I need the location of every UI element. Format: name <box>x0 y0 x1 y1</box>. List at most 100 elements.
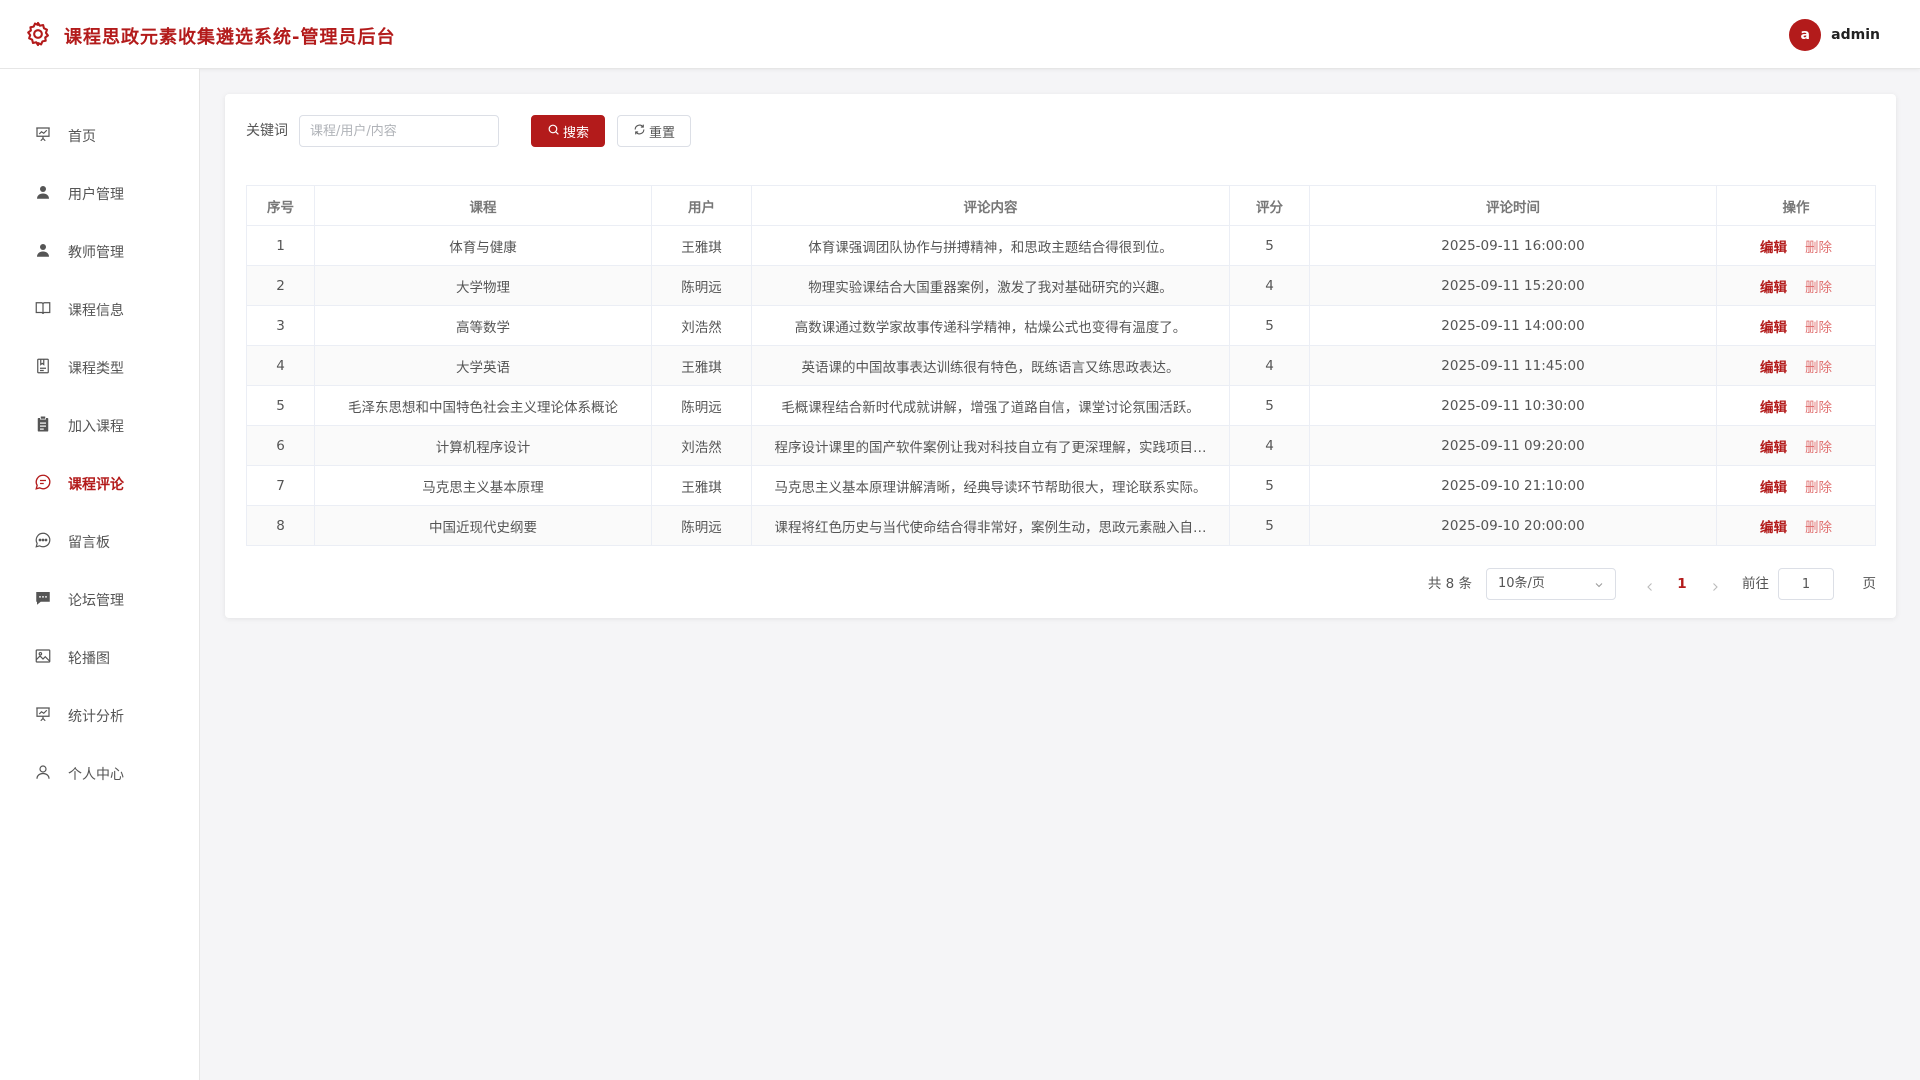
goto-label: 前往 <box>1742 576 1769 592</box>
column-header-time: 评论时间 <box>1309 185 1717 226</box>
cell-index: 6 <box>246 425 315 466</box>
cell-score: 5 <box>1229 465 1310 506</box>
edit-button[interactable]: 编辑 <box>1760 520 1787 536</box>
sidebar-item-forum-management[interactable]: 论坛管理 <box>0 580 199 620</box>
table-row: 7 马克思主义基本原理 王雅琪 马克思主义基本原理讲解清晰，经典导读环节帮助很大… <box>246 465 1876 506</box>
presentation-icon <box>34 705 52 727</box>
delete-button[interactable]: 删除 <box>1805 520 1832 536</box>
next-page-button[interactable] <box>1709 578 1721 591</box>
chevron-right-icon <box>1713 583 1718 591</box>
brand: 课程思政元素收集遴选系统-管理员后台 <box>24 20 395 52</box>
sidebar-item-carousel[interactable]: 轮播图 <box>0 638 199 678</box>
user-name[interactable]: admin <box>1831 27 1880 43</box>
delete-button[interactable]: 删除 <box>1805 400 1832 416</box>
picture-icon <box>34 647 52 669</box>
table-row: 2 大学物理 陈明远 物理实验课结合大国重器案例，激发了我对基础研究的兴趣。 4… <box>246 265 1876 306</box>
delete-button[interactable]: 删除 <box>1805 480 1832 496</box>
delete-button[interactable]: 删除 <box>1805 240 1832 256</box>
app-title: 课程思政元素收集遴选系统-管理员后台 <box>64 27 396 48</box>
sidebar-item-label: 教师管理 <box>68 245 124 261</box>
page-suffix-label: 页 <box>1862 576 1877 592</box>
refresh-icon <box>633 123 649 140</box>
sidebar-item-course-comments[interactable]: 课程评论 <box>0 464 199 504</box>
edit-button[interactable]: 编辑 <box>1760 320 1787 336</box>
sidebar-item-label: 首页 <box>68 129 96 145</box>
page-size-select[interactable]: 10条/页 <box>1486 568 1616 600</box>
edit-button[interactable]: 编辑 <box>1760 440 1787 456</box>
column-header-course: 课程 <box>314 185 652 226</box>
cell-time: 2025-09-11 09:20:00 <box>1309 425 1717 466</box>
cell-score: 4 <box>1229 425 1310 466</box>
page-number-current[interactable]: 1 <box>1674 568 1690 600</box>
delete-button[interactable]: 删除 <box>1805 440 1832 456</box>
comments-table: 序号 课程 用户 评论内容 评分 评论时间 操作 1 体育与健康 王雅琪 体育课… <box>246 185 1876 546</box>
chat-dots-icon <box>34 531 52 553</box>
gear-icon <box>24 20 52 52</box>
cell-content: 高数课通过数学家故事传递科学精神，枯燥公式也变得有温度了。 <box>751 305 1230 346</box>
reset-button[interactable]: 重置 <box>617 115 691 147</box>
sidebar-item-label: 课程评论 <box>68 477 124 493</box>
delete-button[interactable]: 删除 <box>1805 360 1832 376</box>
cell-course: 大学物理 <box>314 265 652 306</box>
cell-actions: 编辑 删除 <box>1716 385 1876 426</box>
cell-course: 中国近现代史纲要 <box>314 505 652 546</box>
page-size-value: 10条/页 <box>1498 576 1545 591</box>
cell-score: 5 <box>1229 305 1310 346</box>
cell-actions: 编辑 删除 <box>1716 305 1876 346</box>
search-button-label: 搜索 <box>562 125 589 141</box>
goto-page-input[interactable] <box>1778 568 1834 600</box>
cell-time: 2025-09-10 21:10:00 <box>1309 465 1717 506</box>
sidebar-item-message-board[interactable]: 留言板 <box>0 522 199 562</box>
sidebar-item-label: 论坛管理 <box>68 593 124 609</box>
search-button[interactable]: 搜索 <box>531 115 605 147</box>
keyword-label: 关键词 <box>246 123 288 139</box>
edit-button[interactable]: 编辑 <box>1760 480 1787 496</box>
search-icon <box>547 123 563 140</box>
edit-button[interactable]: 编辑 <box>1760 400 1787 416</box>
sidebar-item-teacher-management[interactable]: 教师管理 <box>0 232 199 272</box>
delete-button[interactable]: 删除 <box>1805 280 1832 296</box>
user-icon <box>34 183 52 205</box>
sidebar-item-label: 加入课程 <box>68 419 124 435</box>
sidebar-item-course-type[interactable]: 课程类型 <box>0 348 199 388</box>
edit-button[interactable]: 编辑 <box>1760 280 1787 296</box>
cell-content: 课程将红色历史与当代使命结合得非常好，案例生动，思政元素融入自… <box>751 505 1230 546</box>
user-menu[interactable]: a admin <box>1789 19 1880 51</box>
cell-user: 刘浩然 <box>651 305 752 346</box>
prev-page-button[interactable] <box>1644 578 1656 591</box>
edit-button[interactable]: 编辑 <box>1760 360 1787 376</box>
cell-index: 1 <box>246 225 315 266</box>
table-row: 4 大学英语 王雅琪 英语课的中国故事表达训练很有特色，既练语言又练思政表达。 … <box>246 345 1876 386</box>
sidebar-item-home[interactable]: 首页 <box>0 116 199 156</box>
sidebar-item-join-course[interactable]: 加入课程 <box>0 406 199 446</box>
cell-user: 王雅琪 <box>651 465 752 506</box>
chat-icon <box>34 473 52 495</box>
column-header-user: 用户 <box>651 185 752 226</box>
sidebar-item-label: 留言板 <box>68 535 110 551</box>
keyword-input[interactable] <box>299 115 499 147</box>
user-icon <box>34 241 52 263</box>
sidebar-item-label: 用户管理 <box>68 187 124 203</box>
column-header-content: 评论内容 <box>751 185 1230 226</box>
cell-course: 高等数学 <box>314 305 652 346</box>
table-header-row: 序号 课程 用户 评论内容 评分 评论时间 操作 <box>246 185 1876 226</box>
cell-user: 刘浩然 <box>651 425 752 466</box>
cell-actions: 编辑 删除 <box>1716 465 1876 506</box>
sidebar-item-statistics[interactable]: 统计分析 <box>0 696 199 736</box>
notebook-icon <box>34 357 52 379</box>
delete-button[interactable]: 删除 <box>1805 320 1832 336</box>
presentation-icon <box>34 125 52 147</box>
cell-score: 4 <box>1229 345 1310 386</box>
edit-button[interactable]: 编辑 <box>1760 240 1787 256</box>
comments-card: 关键词 搜索 重置 序号 课程 用户 评论内容 评分 评论时间 操作 1 <box>225 94 1896 618</box>
column-header-score: 评分 <box>1229 185 1310 226</box>
sidebar-item-course-info[interactable]: 课程信息 <box>0 290 199 330</box>
cell-actions: 编辑 删除 <box>1716 505 1876 546</box>
cell-actions: 编辑 删除 <box>1716 345 1876 386</box>
cell-content: 英语课的中国故事表达训练很有特色，既练语言又练思政表达。 <box>751 345 1230 386</box>
sidebar: 首页 用户管理 教师管理 课程信息 课程类型 加入课程 课程评论 留言板 论坛管… <box>0 69 200 1080</box>
sidebar-item-personal-center[interactable]: 个人中心 <box>0 754 199 794</box>
sidebar-item-user-management[interactable]: 用户管理 <box>0 174 199 214</box>
avatar[interactable]: a <box>1789 19 1822 51</box>
table-row: 1 体育与健康 王雅琪 体育课强调团队协作与拼搏精神，和思政主题结合得很到位。 … <box>246 225 1876 266</box>
